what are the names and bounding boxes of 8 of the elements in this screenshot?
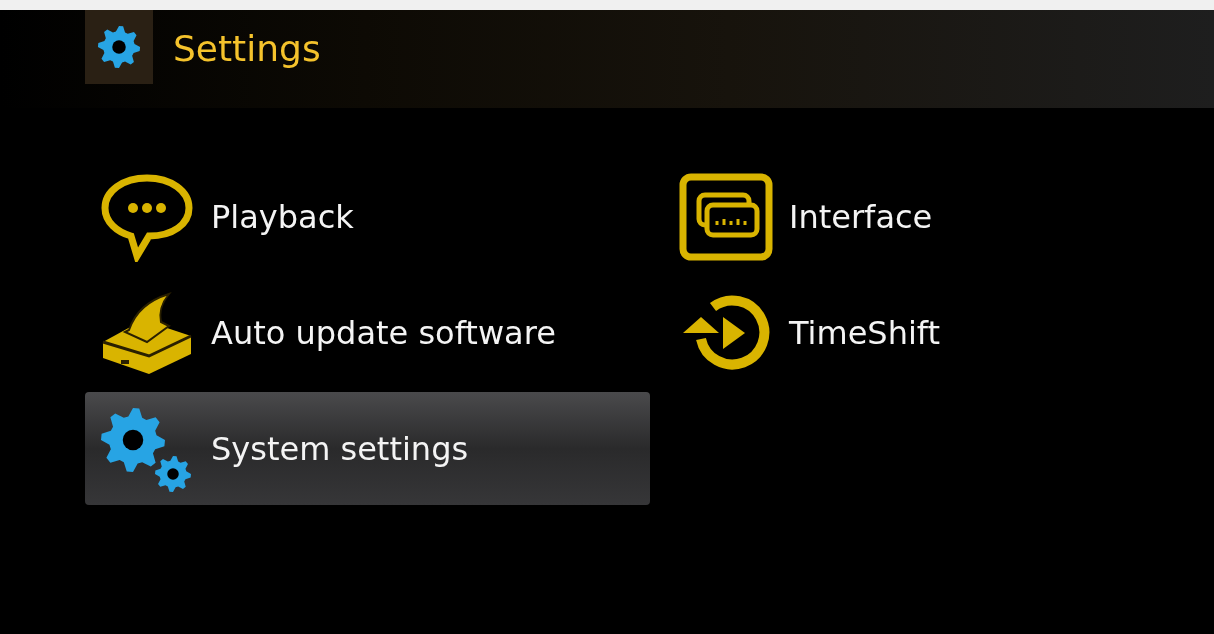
menu-item[interactable]: System settings: [85, 392, 650, 505]
page-title: Settings: [173, 28, 321, 69]
screens-icon: [679, 172, 773, 261]
menu-item[interactable]: Interface: [665, 160, 1145, 273]
menu-item[interactable]: Playback: [85, 160, 650, 273]
menu-item[interactable]: TimeShift: [665, 276, 1145, 389]
settings-icon: [85, 10, 153, 84]
menu-item[interactable]: Auto update software: [85, 276, 650, 389]
